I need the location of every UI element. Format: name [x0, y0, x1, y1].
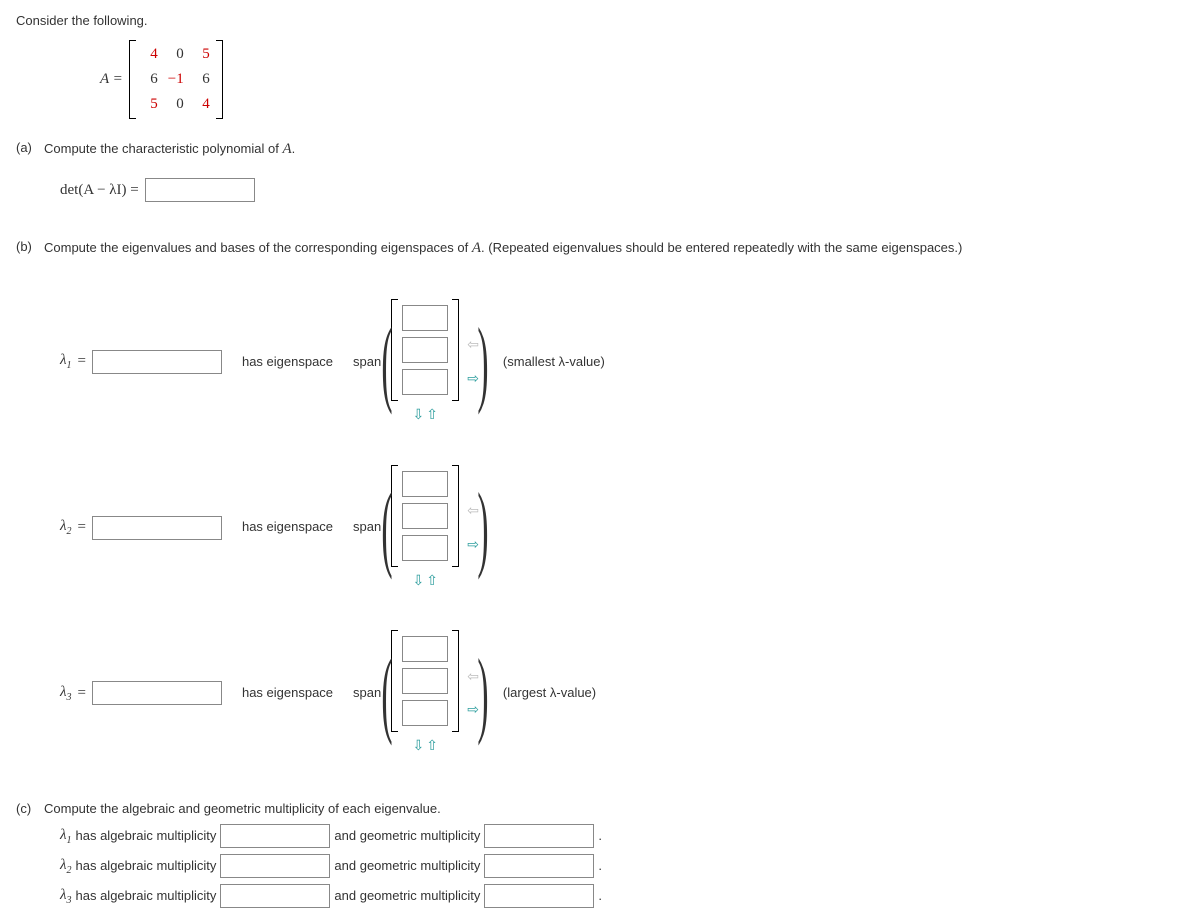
- geo-mult-2[interactable]: [484, 854, 594, 878]
- intro-text: Consider the following.: [16, 12, 1184, 30]
- lambda2-input[interactable]: [92, 516, 222, 540]
- part-b-tail: . (Repeated eigenvalues should be entere…: [481, 240, 962, 255]
- vec3-entry3[interactable]: [402, 700, 448, 726]
- geo-mult-3[interactable]: [484, 884, 594, 908]
- part-c-text: Compute the algebraic and geometric mult…: [44, 801, 441, 816]
- vec2-entry1[interactable]: [402, 471, 448, 497]
- part-a-label: (a): [16, 139, 44, 157]
- alg-mult-1[interactable]: [220, 824, 330, 848]
- vec1-entry3[interactable]: [402, 369, 448, 395]
- part-a-text: Compute the characteristic polynomial of: [44, 141, 282, 156]
- eigen-row-2: λ2 = has eigenspace span ( ⇩ ⇧: [60, 465, 1184, 591]
- vec3-entry2[interactable]: [402, 668, 448, 694]
- part-a-A: A: [282, 141, 291, 157]
- span-vector-1: ( ⇩ ⇧ ⇦ ⇨: [383, 299, 487, 425]
- part-b-label: (b): [16, 238, 44, 256]
- det-input[interactable]: [145, 178, 255, 202]
- smallest-note: (smallest λ-value): [503, 353, 605, 371]
- vec1-entry1[interactable]: [402, 305, 448, 331]
- shrink-rows-icon[interactable]: ⇩: [412, 736, 424, 756]
- eigen-row-1: λ1 = has eigenspace span ( ⇩ ⇧: [60, 299, 1184, 425]
- part-b: (b) Compute the eigenvalues and bases of…: [16, 238, 1184, 259]
- alg-mult-2[interactable]: [220, 854, 330, 878]
- lambda1-input[interactable]: [92, 350, 222, 374]
- span-vector-3: ( ⇩ ⇧ ⇦ ⇨: [383, 630, 487, 756]
- lambda3-input[interactable]: [92, 681, 222, 705]
- matrix-definition: A = 405 6−16 504: [100, 40, 1184, 119]
- part-c-label: (c): [16, 800, 44, 818]
- vec2-entry2[interactable]: [402, 503, 448, 529]
- vec2-entry3[interactable]: [402, 535, 448, 561]
- shrink-rows-icon[interactable]: ⇩: [412, 571, 424, 591]
- part-c: (c) Compute the algebraic and geometric …: [16, 800, 1184, 818]
- A-equals: A =: [100, 69, 123, 90]
- alg-mult-3[interactable]: [220, 884, 330, 908]
- mult-row-1: λ1 has algebraic multiplicity and geomet…: [60, 824, 1184, 848]
- vec3-entry1[interactable]: [402, 636, 448, 662]
- shrink-rows-icon[interactable]: ⇩: [412, 405, 424, 425]
- part-b-text: Compute the eigenvalues and bases of the…: [44, 240, 472, 255]
- det-label: det(A − λI) =: [60, 180, 139, 201]
- vec1-entry2[interactable]: [402, 337, 448, 363]
- geo-mult-1[interactable]: [484, 824, 594, 848]
- largest-note: (largest λ-value): [503, 684, 596, 702]
- span-vector-2: ( ⇩ ⇧ ⇦ ⇨: [383, 465, 487, 591]
- eigen-row-3: λ3 = has eigenspace span ( ⇩ ⇧: [60, 630, 1184, 756]
- expand-rows-icon[interactable]: ⇧: [426, 571, 438, 591]
- expand-rows-icon[interactable]: ⇧: [426, 736, 438, 756]
- mult-row-2: λ2 has algebraic multiplicity and geomet…: [60, 854, 1184, 878]
- mult-row-3: λ3 has algebraic multiplicity and geomet…: [60, 884, 1184, 908]
- part-a: (a) Compute the characteristic polynomia…: [16, 139, 1184, 160]
- expand-rows-icon[interactable]: ⇧: [426, 405, 438, 425]
